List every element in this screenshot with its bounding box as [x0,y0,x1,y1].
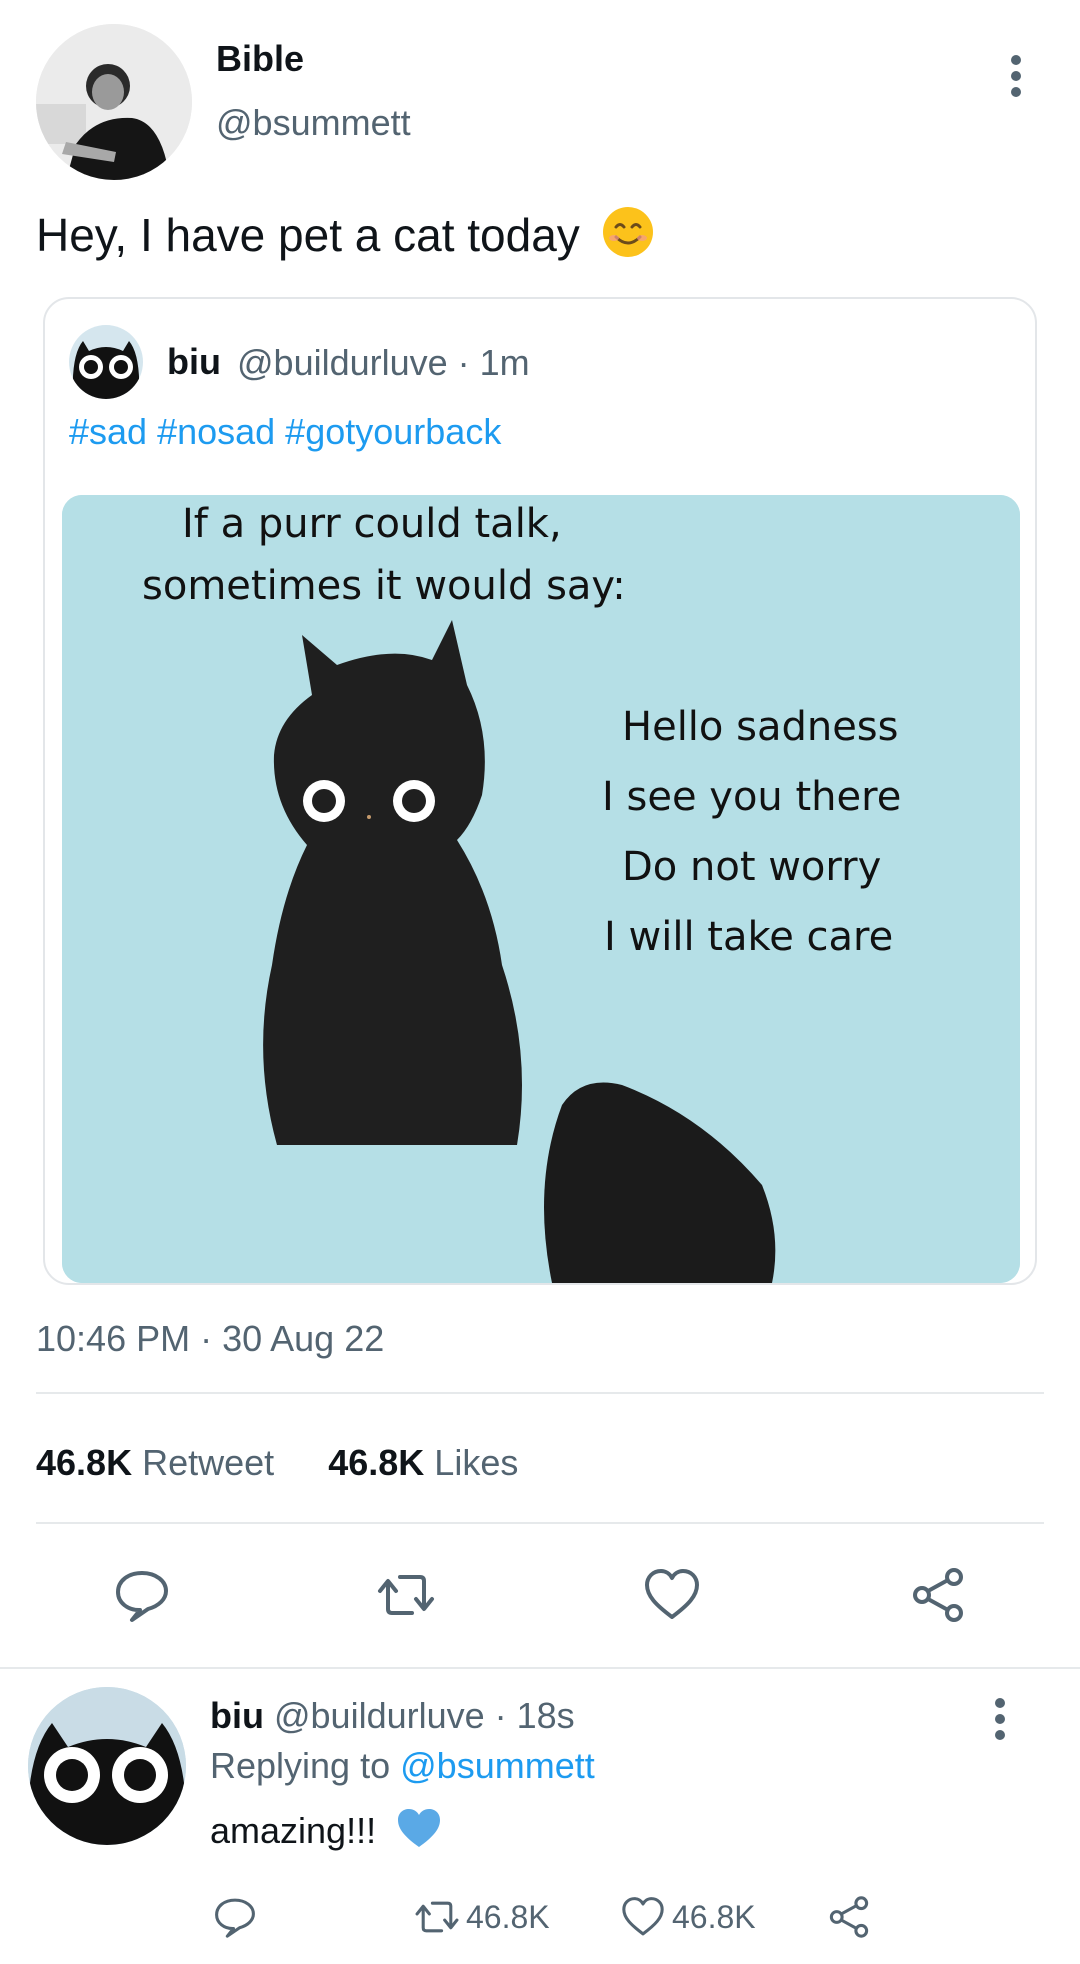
reply-text-content: amazing!!! [210,1810,377,1851]
like-icon [622,1897,664,1936]
image-speech-line-2: I see you there [602,774,901,820]
tweet-timestamp: 10:46 PM · 30 Aug 22 [36,1318,385,1359]
replying-to: Replying to @bsummett [210,1745,595,1787]
more-options-icon[interactable] [996,50,1036,106]
retweet-icon[interactable] [376,1565,436,1625]
tweet-text-content: Hey, I have pet a cat today [36,209,580,261]
share-icon[interactable] [908,1565,968,1625]
reply-handle-time: @buildurluve · 18s [273,1695,575,1736]
reply-like-count: 46.8K [672,1898,756,1935]
image-caption-line-2: sometimes it would say: [142,563,626,609]
main-tweet: Bible @bsummett Hey, I have pet a cat to… [0,0,1080,1668]
retweet-count[interactable]: 46.8K [36,1442,132,1483]
smiling-face-emoji [601,205,655,270]
reply-retweet-count: 46.8K [466,1898,550,1935]
divider [36,1522,1044,1524]
reply-like-button[interactable]: 46.8K [620,1889,756,1945]
image-speech-line-1: Hello sadness [622,704,898,750]
tweet-text: Hey, I have pet a cat today [36,205,655,270]
more-options-icon[interactable] [980,1693,1020,1749]
reply-header: biu @buildurluve · 18s [210,1695,575,1737]
author-handle[interactable]: @bsummett [216,102,411,144]
author-avatar[interactable] [36,24,192,180]
quoted-image[interactable]: If a purr could talk, sometimes it would… [62,495,1020,1283]
quoted-hashtags[interactable]: #sad #nosad #gotyourback [69,411,501,453]
share-icon[interactable] [826,1889,878,1945]
replying-to-label: Replying to [210,1745,391,1786]
quoted-name[interactable]: biu [167,341,221,383]
retweet-icon [415,1901,459,1933]
reply-text: amazing!!! [210,1807,442,1858]
reply-icon[interactable] [112,1565,172,1625]
reply-avatar[interactable] [28,1687,186,1845]
image-speech-line-3: Do not worry [622,844,881,890]
quoted-avatar[interactable] [69,325,143,399]
likes-count[interactable]: 46.8K [328,1442,424,1483]
engagement-stats[interactable]: 46.8K Retweet 46.8K Likes [36,1442,518,1484]
reply-retweet-button[interactable]: 46.8K [414,1889,550,1945]
reply-tweet: biu @buildurluve · 18s Replying to @bsumm… [0,1669,1080,1964]
retweet-label[interactable]: Retweet [142,1442,274,1483]
quoted-tweet[interactable]: biu @buildurluve · 1m #sad #nosad #gotyo… [43,297,1037,1285]
blue-heart-emoji [396,1807,442,1858]
reply-icon[interactable] [212,1889,264,1945]
image-speech-line-4: I will take care [604,914,893,960]
author-name[interactable]: Bible [216,38,304,80]
like-icon[interactable] [642,1565,702,1625]
image-caption-line-1: If a purr could talk, [182,501,562,547]
reply-name[interactable]: biu [210,1695,264,1736]
divider [36,1392,1044,1394]
likes-label[interactable]: Likes [434,1442,518,1483]
replying-to-mention[interactable]: @bsummett [400,1745,595,1786]
quoted-handle-time: @buildurluve · 1m [237,342,530,383]
